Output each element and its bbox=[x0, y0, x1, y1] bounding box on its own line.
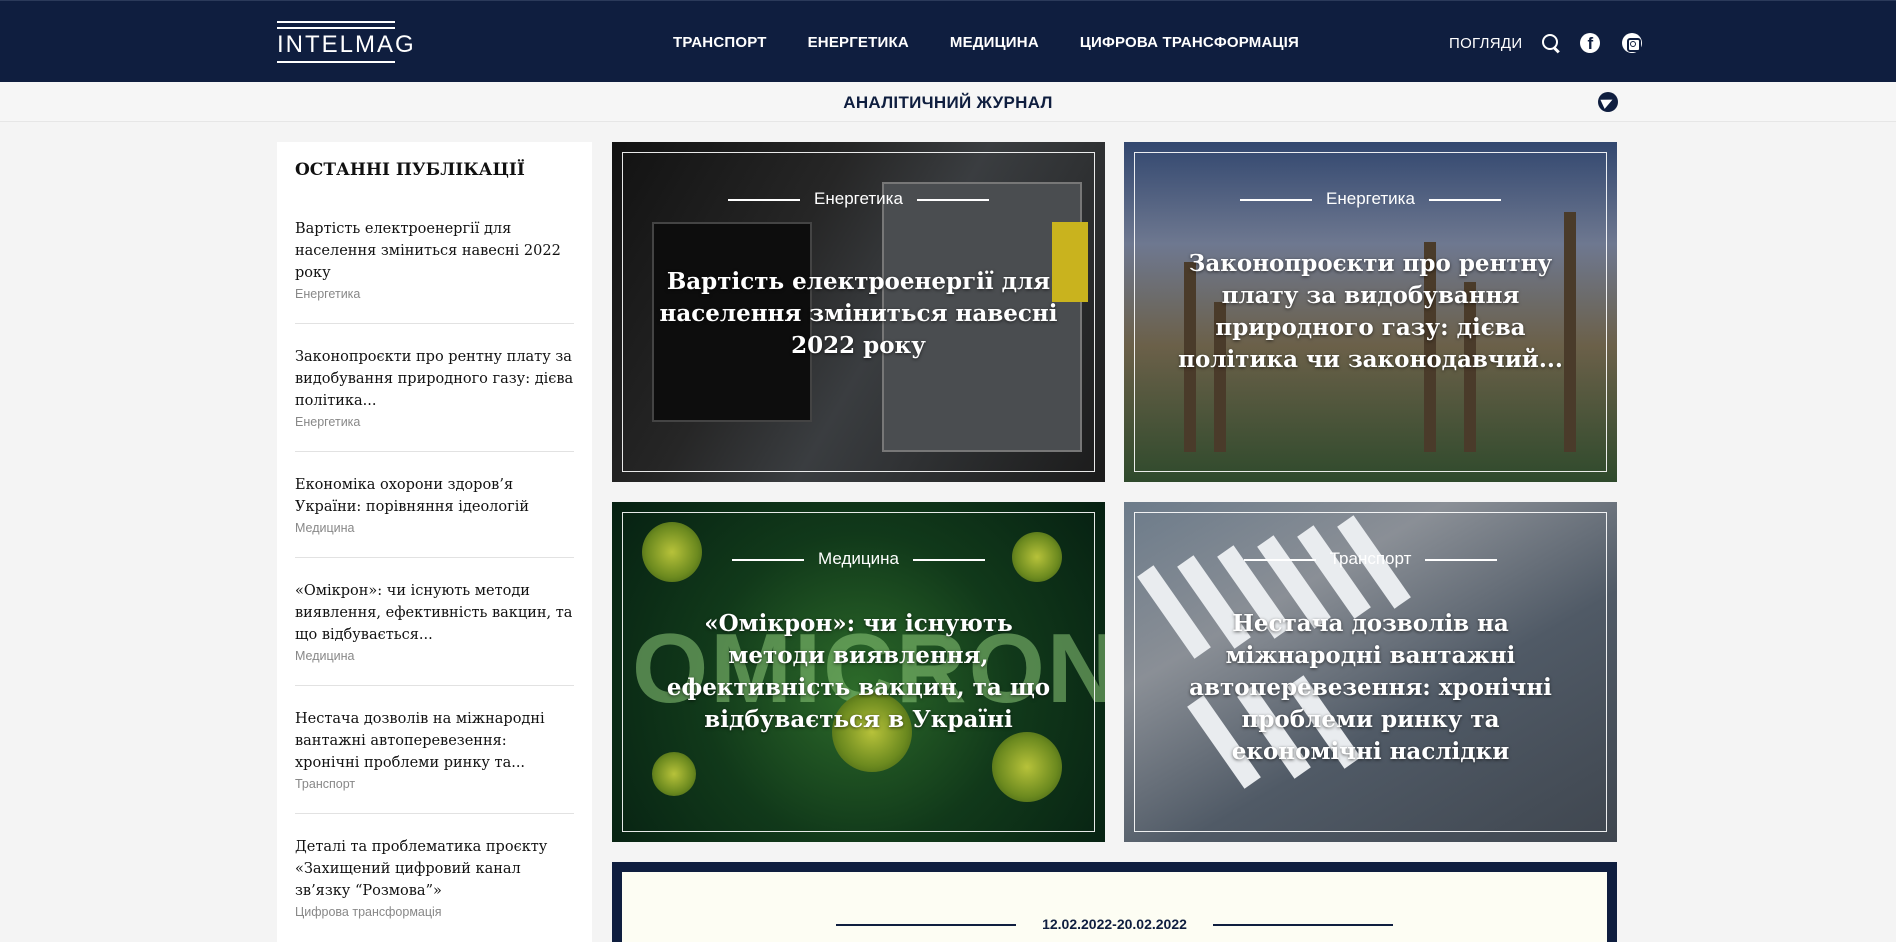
top-navbar: INTELMAG ТРАНСПОРТ ЕНЕРГЕТИКА МЕДИЦИНА Ц… bbox=[0, 0, 1896, 82]
article-card-electricity[interactable]: Енергетика Вартість електроенергії для н… bbox=[612, 142, 1105, 482]
facebook-icon[interactable]: f bbox=[1580, 33, 1601, 53]
card-category[interactable]: Транспорт bbox=[1124, 549, 1617, 569]
list-item[interactable]: Вартість електроенергії для населення зм… bbox=[295, 218, 574, 324]
weekly-digest-inner: 12.02.2022-20.02.2022 bbox=[622, 872, 1607, 942]
logo-line bbox=[277, 61, 395, 63]
list-item-title[interactable]: Вартість електроенергії для населення зм… bbox=[295, 218, 574, 284]
list-item-category[interactable]: Транспорт bbox=[295, 777, 574, 791]
card-title[interactable]: Законопроєкти про рентну плату за видобу… bbox=[1164, 248, 1577, 376]
list-item[interactable]: «Омікрон»: чи існують методи виявлення, … bbox=[295, 580, 574, 686]
search-icon[interactable] bbox=[1540, 32, 1562, 54]
list-item-category[interactable]: Медицина bbox=[295, 521, 574, 535]
list-item[interactable]: Нестача дозволів на міжнародні вантажні … bbox=[295, 708, 574, 814]
list-item-category[interactable]: Енергетика bbox=[295, 287, 574, 301]
latest-publications-sidebar: ОСТАННІ ПУБЛІКАЦІЇ Вартість електроенерг… bbox=[277, 142, 592, 942]
telegram-icon[interactable] bbox=[1598, 92, 1618, 112]
list-item-category[interactable]: Медицина bbox=[295, 649, 574, 663]
list-item[interactable]: Економіка охорони здоров’я України: порі… bbox=[295, 474, 574, 558]
list-item-title[interactable]: Нестача дозволів на міжнародні вантажні … bbox=[295, 708, 574, 774]
article-card-transport[interactable]: Транспорт Нестача дозволів на міжнародні… bbox=[1124, 502, 1617, 842]
card-category[interactable]: Медицина bbox=[612, 549, 1105, 569]
header-actions: ПОГЛЯДИ f bbox=[1449, 32, 1643, 54]
list-item-title[interactable]: Деталі та проблематика проєкту «Захищени… bbox=[295, 836, 574, 902]
views-link[interactable]: ПОГЛЯДИ bbox=[1449, 35, 1522, 52]
logo-line bbox=[277, 21, 395, 23]
nav-item-medicine[interactable]: МЕДИЦИНА bbox=[950, 34, 1039, 51]
card-title[interactable]: Вартість електроенергії для населення зм… bbox=[652, 266, 1065, 362]
logo-text: INTELMAG bbox=[277, 31, 416, 58]
journal-bar: АНАЛІТИЧНИЙ ЖУРНАЛ bbox=[0, 82, 1896, 122]
weekly-date-range: 12.02.2022-20.02.2022 bbox=[622, 916, 1607, 932]
card-category[interactable]: Енергетика bbox=[612, 189, 1105, 209]
list-item-title[interactable]: Економіка охорони здоров’я України: порі… bbox=[295, 474, 574, 518]
list-item[interactable]: Деталі та проблематика проєкту «Захищени… bbox=[295, 836, 574, 942]
instagram-icon[interactable] bbox=[1622, 33, 1643, 53]
list-item-category[interactable]: Енергетика bbox=[295, 415, 574, 429]
weekly-digest: 12.02.2022-20.02.2022 bbox=[612, 862, 1617, 942]
site-logo[interactable]: INTELMAG bbox=[277, 21, 416, 65]
card-title[interactable]: Нестача дозволів на міжнародні вантажні … bbox=[1164, 608, 1577, 768]
list-item-title[interactable]: Законопроєкти про рентну плату за видобу… bbox=[295, 346, 574, 412]
article-card-omicron[interactable]: OMICRON Медицина «Омікрон»: чи існують м… bbox=[612, 502, 1105, 842]
list-item[interactable]: Законопроєкти про рентну плату за видобу… bbox=[295, 346, 574, 452]
nav-item-energy[interactable]: ЕНЕРГЕТИКА bbox=[808, 34, 909, 51]
list-item-category[interactable]: Цифрова трансформація bbox=[295, 905, 574, 919]
list-item-title[interactable]: «Омікрон»: чи існують методи виявлення, … bbox=[295, 580, 574, 646]
logo-line bbox=[277, 27, 395, 29]
nav-item-digital[interactable]: ЦИФРОВА ТРАНСФОРМАЦІЯ bbox=[1080, 34, 1299, 51]
sidebar-title: ОСТАННІ ПУБЛІКАЦІЇ bbox=[295, 160, 525, 180]
card-title[interactable]: «Омікрон»: чи існують методи виявлення, … bbox=[652, 608, 1065, 736]
card-category[interactable]: Енергетика bbox=[1124, 189, 1617, 209]
article-card-gas-rent[interactable]: Енергетика Законопроєкти про рентну плат… bbox=[1124, 142, 1617, 482]
main-nav: ТРАНСПОРТ ЕНЕРГЕТИКА МЕДИЦИНА ЦИФРОВА ТР… bbox=[673, 34, 1299, 51]
nav-item-transport[interactable]: ТРАНСПОРТ bbox=[673, 34, 767, 51]
